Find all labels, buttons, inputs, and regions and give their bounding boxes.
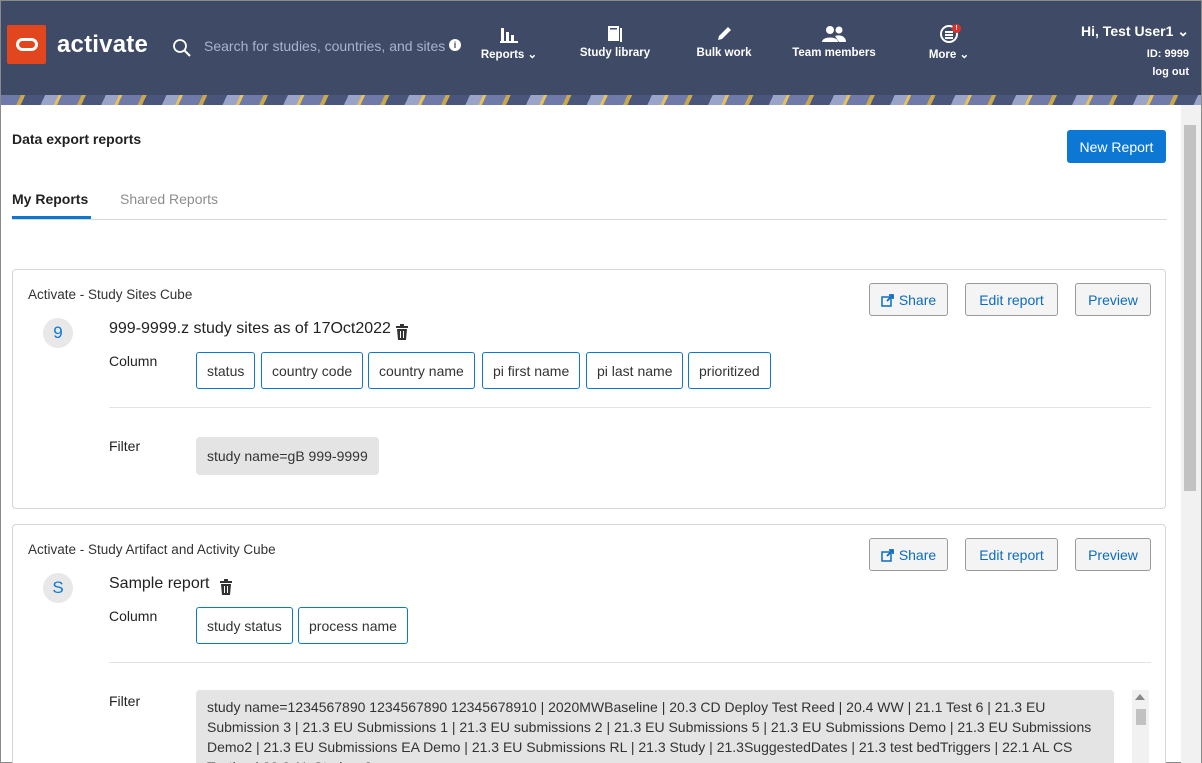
edit-report-button[interactable]: Edit report [965, 538, 1058, 571]
column-chip: study status [196, 607, 293, 644]
page-scrollbar-thumb[interactable] [1184, 125, 1196, 491]
column-chip: process name [298, 607, 408, 644]
edit-report-button[interactable]: Edit report [965, 283, 1058, 316]
user-id: ID: 9999 [1146, 48, 1189, 60]
decorative-banner [1, 95, 1201, 105]
divider [109, 662, 1151, 663]
filter-value: study name=1234567890 1234567890 1234567… [196, 690, 1114, 763]
nav-more[interactable]: ! More ⌄ [926, 19, 972, 69]
filter-label: Filter [109, 693, 141, 709]
people-icon [791, 19, 877, 43]
user-menu[interactable]: Hi, Test User1 ⌄ ID: 9999 log out [1081, 23, 1189, 78]
nav-reports-label: Reports [480, 49, 525, 61]
search-input[interactable]: Search for studies, countries, and sites [204, 38, 445, 54]
nav-team-members-label: Team members [792, 47, 876, 59]
filter-scrollbar-thumb[interactable] [1136, 709, 1146, 725]
report-card: Activate - Study Sites Cube 9 999-9999.z… [12, 269, 1166, 509]
bar-chart-icon [479, 19, 539, 43]
share-icon [881, 548, 894, 562]
chevron-down-icon: ⌄ [1177, 23, 1189, 39]
top-navigation-bar: activate Search for studies, countries, … [1, 1, 1201, 95]
logout-link[interactable]: log out [1081, 66, 1189, 78]
report-name[interactable]: 999-9999.z study sites as of 17Oct2022 [109, 320, 391, 338]
filter-value: study name=gB 999-9999 [196, 437, 379, 475]
column-chip: pi last name [586, 352, 684, 389]
column-label: Column [109, 608, 158, 624]
scroll-up-arrow-icon[interactable] [1135, 694, 1145, 700]
preview-button[interactable]: Preview [1075, 538, 1151, 571]
tab-my-reports[interactable]: My Reports [12, 191, 88, 207]
nav-bulk-work-label: Bulk work [696, 47, 752, 59]
trash-icon[interactable] [395, 324, 409, 340]
notification-badge: ! [952, 24, 961, 33]
column-chip: prioritized [688, 352, 771, 389]
report-source: Activate - Study Sites Cube [28, 287, 193, 302]
active-tab-indicator [12, 216, 91, 219]
filter-label: Filter [109, 438, 141, 454]
nav-study-library[interactable]: Study library [579, 19, 651, 69]
report-name[interactable]: Sample report [109, 575, 210, 593]
search-icon[interactable] [172, 38, 192, 58]
nav-reports[interactable]: Reports ⌄ [479, 19, 539, 69]
nav-study-library-label: Study library [579, 47, 651, 59]
oracle-logo-icon[interactable] [7, 25, 46, 64]
avatar: S [43, 573, 73, 603]
report-card: Activate - Study Artifact and Activity C… [12, 524, 1166, 763]
brand-name[interactable]: activate [57, 31, 148, 59]
filter-scrollbar[interactable] [1132, 690, 1149, 763]
nav-more-label: More [928, 49, 957, 61]
share-label: Share [898, 546, 937, 563]
book-icon [579, 19, 651, 43]
trash-icon[interactable] [219, 579, 233, 595]
avatar: 9 [43, 318, 73, 348]
nav-bulk-work[interactable]: Bulk work [694, 19, 754, 69]
share-icon [881, 293, 894, 307]
column-chip: status [196, 352, 256, 389]
chevron-down-icon: ⌄ [959, 49, 970, 61]
more-list-icon: ! [926, 19, 972, 43]
report-source: Activate - Study Artifact and Activity C… [28, 542, 276, 557]
page-title: Data export reports [12, 131, 142, 147]
user-greeting[interactable]: Hi, Test User1 [1081, 23, 1173, 39]
column-chip: country name [368, 352, 475, 389]
share-button[interactable]: Share [869, 538, 948, 571]
info-icon[interactable]: i [449, 39, 461, 51]
column-chip: country code [261, 352, 364, 389]
report-tabs: My Reports Shared Reports [12, 188, 1167, 220]
pencil-icon [694, 19, 754, 43]
share-label: Share [898, 291, 937, 308]
chevron-down-icon: ⌄ [527, 49, 538, 61]
column-label: Column [109, 353, 158, 369]
new-report-button[interactable]: New Report [1067, 130, 1166, 163]
divider [109, 407, 1151, 408]
column-chip: pi first name [482, 352, 581, 389]
preview-button[interactable]: Preview [1075, 283, 1151, 316]
tab-shared-reports[interactable]: Shared Reports [120, 191, 218, 207]
share-button[interactable]: Share [869, 283, 948, 316]
nav-team-members[interactable]: Team members [791, 19, 877, 69]
